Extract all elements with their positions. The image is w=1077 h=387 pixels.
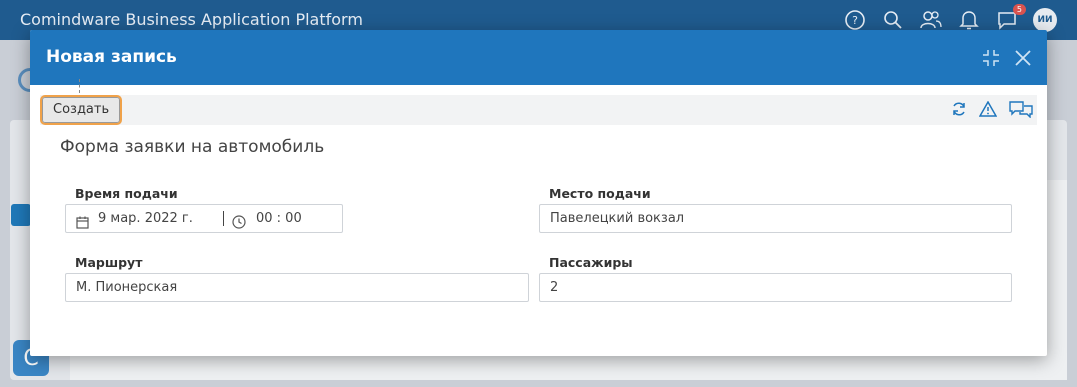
- avatar[interactable]: ИИ: [1033, 8, 1057, 32]
- passengers-label: Пассажиры: [549, 255, 633, 270]
- help-icon[interactable]: ?: [843, 8, 867, 32]
- messages-icon[interactable]: 5: [995, 4, 1026, 32]
- warning-icon[interactable]: [978, 100, 998, 121]
- form-title: Форма заявки на автомобиль: [60, 137, 325, 157]
- modal-title: Новая запись: [46, 47, 177, 67]
- comments-icon[interactable]: [1009, 100, 1033, 122]
- time-value: 00 : 00: [256, 211, 302, 226]
- collapse-icon[interactable]: [981, 48, 1001, 72]
- header-icons: ? 5 ИИ: [843, 4, 1057, 32]
- pickup-time-label: Время подачи: [75, 186, 178, 201]
- search-icon[interactable]: [881, 8, 905, 32]
- notification-badge: 5: [1012, 4, 1026, 15]
- app-title: Comindware Business Application Platform: [20, 10, 363, 29]
- refresh-icon[interactable]: [951, 101, 967, 121]
- bell-icon[interactable]: [957, 8, 981, 32]
- create-button[interactable]: Создать: [39, 95, 123, 125]
- pickup-place-label: Место подачи: [549, 186, 651, 201]
- background-menu-button: [11, 204, 31, 226]
- pickup-datetime-field[interactable]: 9 мар. 2022 г. 00 : 00: [65, 204, 343, 233]
- clock-icon[interactable]: [232, 212, 246, 239]
- modal-header: Новая запись: [30, 30, 1047, 85]
- toolbar-icons: [951, 100, 1033, 122]
- focus-guide-line: [79, 79, 80, 93]
- svg-text:?: ?: [852, 14, 858, 27]
- close-icon[interactable]: [1013, 48, 1033, 72]
- users-icon[interactable]: [919, 8, 943, 32]
- route-label: Маршрут: [75, 255, 143, 270]
- pickup-place-input[interactable]: Павелецкий вокзал: [539, 204, 1012, 233]
- date-time-divider: [223, 211, 224, 226]
- calendar-icon[interactable]: [76, 212, 89, 239]
- route-input[interactable]: М. Пионерская: [65, 273, 529, 302]
- passengers-input[interactable]: 2: [539, 273, 1012, 302]
- date-value: 9 мар. 2022 г.: [98, 211, 193, 226]
- modal-toolbar: Создать: [39, 95, 1037, 125]
- new-record-modal: Новая запись Создать Форма заявки на авт…: [30, 30, 1047, 356]
- modal-header-actions: [981, 48, 1033, 72]
